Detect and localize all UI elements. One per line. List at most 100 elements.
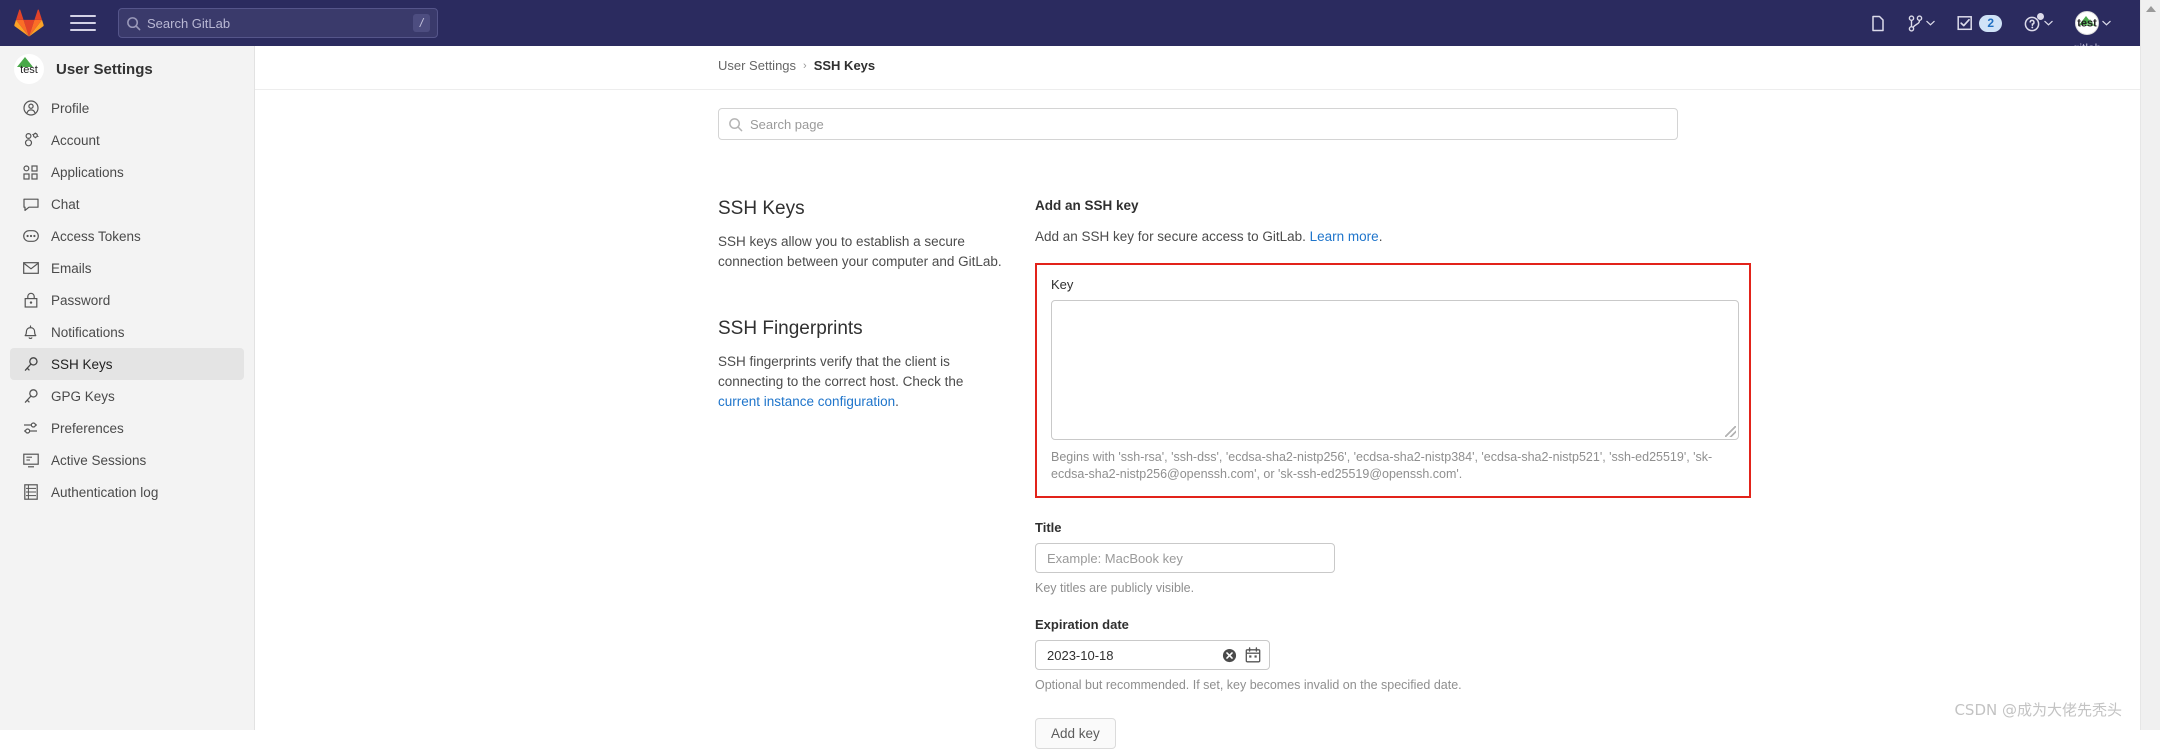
current-instance-configuration-link[interactable]: current instance configuration: [718, 394, 895, 409]
navbar-right-actions: 2 test gitlab: [1861, 0, 2140, 46]
sidebar-item-label: Account: [51, 133, 100, 148]
title-field-label: Title: [1035, 520, 2015, 535]
breadcrumb-current: SSH Keys: [814, 58, 875, 73]
add-key-button[interactable]: Add key: [1035, 718, 1116, 749]
sidebar-header[interactable]: test User Settings: [0, 46, 254, 92]
expiration-field-group: Expiration date 2023-10-18 Optional but …: [1035, 617, 2015, 692]
gitlab-logo-icon[interactable]: [14, 9, 44, 37]
log-list-icon: [22, 484, 39, 501]
learn-more-link[interactable]: Learn more: [1310, 229, 1379, 244]
sidebar-item-gpg-keys[interactable]: GPG Keys: [10, 380, 244, 412]
sidebar-item-label: Notifications: [51, 325, 125, 340]
avatar: test gitlab: [2075, 11, 2099, 35]
key-textarea[interactable]: [1051, 300, 1739, 440]
global-search-input[interactable]: Search GitLab /: [118, 8, 438, 38]
scroll-up-arrow-icon[interactable]: [2141, 0, 2160, 18]
add-ssh-key-heading: Add an SSH key: [1035, 198, 2015, 213]
chevron-down-icon: [1926, 20, 1935, 26]
merge-requests-button[interactable]: [1899, 0, 1944, 46]
help-notification-dot: [2037, 13, 2044, 20]
chevron-down-icon: [2102, 20, 2111, 26]
fingerprints-text-post: .: [895, 394, 899, 409]
title-input-placeholder: Example: MacBook key: [1047, 551, 1183, 566]
help-button[interactable]: [2015, 0, 2062, 46]
search-shortcut-badge: /: [413, 14, 430, 32]
sidebar-item-label: GPG Keys: [51, 389, 115, 404]
sidebar-item-account[interactable]: Account: [10, 124, 244, 156]
monitor-icon: [22, 452, 39, 469]
todos-count-badge: 2: [1979, 15, 2002, 32]
breadcrumb: User Settings › SSH Keys: [718, 58, 875, 73]
search-page-input[interactable]: Search page: [718, 108, 1678, 140]
subheading-text-post: .: [1379, 229, 1383, 244]
sidebar-item-label: Access Tokens: [51, 229, 141, 244]
breadcrumb-parent[interactable]: User Settings: [718, 58, 796, 73]
sidebar-item-access-tokens[interactable]: Access Tokens: [10, 220, 244, 252]
sidebar-item-chat[interactable]: Chat: [10, 188, 244, 220]
watermark: CSDN @成为大佬先秃头: [1954, 699, 2122, 720]
expiration-date-value: 2023-10-18: [1047, 648, 1222, 663]
expiration-date-input[interactable]: 2023-10-18: [1035, 640, 1270, 670]
envelope-icon: [22, 260, 39, 277]
sidebar-item-label: Emails: [51, 261, 92, 276]
sidebar-item-preferences[interactable]: Preferences: [10, 412, 244, 444]
user-circle-icon: [22, 100, 39, 117]
ssh-keys-description: SSH keys allow you to establish a secure…: [718, 232, 1008, 272]
sidebar-title: User Settings: [56, 61, 153, 78]
sidebar-item-label: Authentication log: [51, 485, 158, 500]
expiration-field-hint: Optional but recommended. If set, key be…: [1035, 678, 2015, 692]
sidebar-item-label: SSH Keys: [51, 357, 113, 372]
search-icon: [126, 16, 141, 31]
sidebar-avatar: test: [14, 54, 44, 84]
chat-bubble-icon: [22, 196, 39, 213]
key-icon: [22, 388, 39, 405]
hamburger-menu-icon[interactable]: [70, 10, 96, 36]
bell-icon: [22, 324, 39, 341]
key-field-highlight-box: Key Begins with 'ssh-rsa', 'ssh-dss', 'e…: [1035, 263, 1751, 498]
subheading-text-pre: Add an SSH key for secure access to GitL…: [1035, 229, 1310, 244]
main-content: User Settings › SSH Keys Search page SSH…: [255, 46, 2140, 730]
todos-button[interactable]: 2: [1948, 0, 2011, 46]
key-field-help-text: Begins with 'ssh-rsa', 'ssh-dss', 'ecdsa…: [1051, 449, 1735, 483]
global-search-placeholder: Search GitLab: [147, 16, 413, 31]
fingerprints-text-pre: SSH fingerprints verify that the client …: [718, 354, 963, 389]
title-input[interactable]: Example: MacBook key: [1035, 543, 1335, 573]
sidebar-avatar-alt: test: [20, 64, 38, 76]
textarea-resize-handle[interactable]: [1725, 426, 1736, 437]
new-document-icon: [1870, 15, 1886, 32]
ssh-keys-heading: SSH Keys: [718, 198, 1008, 220]
sidebar-item-emails[interactable]: Emails: [10, 252, 244, 284]
search-page-placeholder: Search page: [750, 117, 824, 132]
token-ellipsis-icon: [22, 228, 39, 245]
key-icon: [22, 356, 39, 373]
add-ssh-key-form: Add an SSH key Add an SSH key for secure…: [1035, 198, 2015, 749]
sidebar-item-authentication-log[interactable]: Authentication log: [10, 476, 244, 508]
expiration-field-label: Expiration date: [1035, 617, 2015, 632]
merge-request-icon: [1908, 15, 1923, 32]
page-scrollbar[interactable]: [2140, 0, 2160, 730]
calendar-icon[interactable]: [1245, 647, 1261, 663]
avatar-alt-text: test: [2077, 17, 2097, 29]
sidebar-item-profile[interactable]: Profile: [10, 92, 244, 124]
sidebar-item-applications[interactable]: Applications: [10, 156, 244, 188]
title-field-group: Title Example: MacBook key Key titles ar…: [1035, 520, 2015, 595]
key-field-label: Key: [1051, 277, 1735, 292]
sidebar-item-notifications[interactable]: Notifications: [10, 316, 244, 348]
applications-grid-icon: [22, 164, 39, 181]
add-ssh-key-subheading: Add an SSH key for secure access to GitL…: [1035, 229, 2015, 244]
sidebar-item-label: Preferences: [51, 421, 124, 436]
sliders-icon: [22, 420, 39, 437]
sidebar-item-ssh-keys[interactable]: SSH Keys: [10, 348, 244, 380]
user-settings-sidebar: test User Settings Profile Account: [0, 46, 255, 730]
new-item-button[interactable]: [1861, 0, 1895, 46]
user-menu-button[interactable]: test gitlab: [2066, 0, 2120, 46]
todo-checkbox-icon: [1957, 15, 1973, 31]
sidebar-item-password[interactable]: Password: [10, 284, 244, 316]
sidebar-item-label: Password: [51, 293, 110, 308]
sidebar-item-label: Profile: [51, 101, 89, 116]
sidebar-item-active-sessions[interactable]: Active Sessions: [10, 444, 244, 476]
ssh-fingerprints-description: SSH fingerprints verify that the client …: [718, 352, 1008, 412]
chevron-down-icon: [2044, 20, 2053, 26]
top-navbar: Search GitLab / 2: [0, 0, 2140, 46]
clear-circle-x-icon[interactable]: [1222, 648, 1237, 663]
